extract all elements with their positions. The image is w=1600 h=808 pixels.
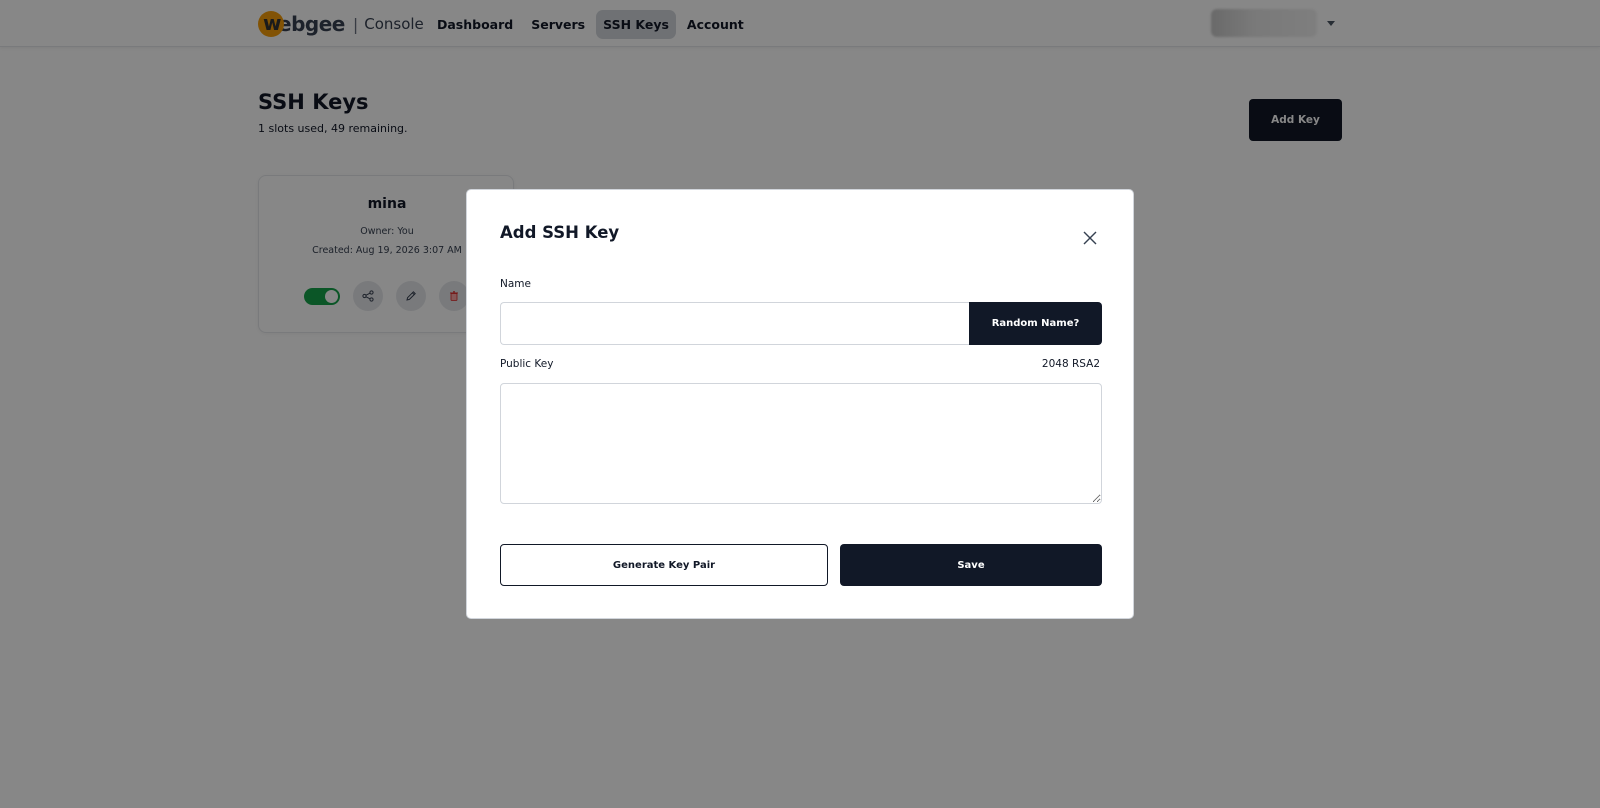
public-key-label: Public Key [500, 358, 554, 370]
random-name-button[interactable]: Random Name? [969, 302, 1102, 345]
save-button[interactable]: Save [840, 544, 1102, 586]
name-input[interactable] [500, 302, 970, 345]
public-key-textarea[interactable] [500, 383, 1102, 504]
name-label: Name [500, 278, 531, 290]
close-icon[interactable] [1082, 230, 1098, 246]
key-type-indicator: 2048 RSA2 [1041, 358, 1100, 370]
dialog-title: Add SSH Key [500, 223, 620, 242]
add-ssh-key-dialog: Add SSH Key Name Random Name? Public Key… [466, 189, 1134, 619]
generate-key-pair-button[interactable]: Generate Key Pair [500, 544, 828, 586]
